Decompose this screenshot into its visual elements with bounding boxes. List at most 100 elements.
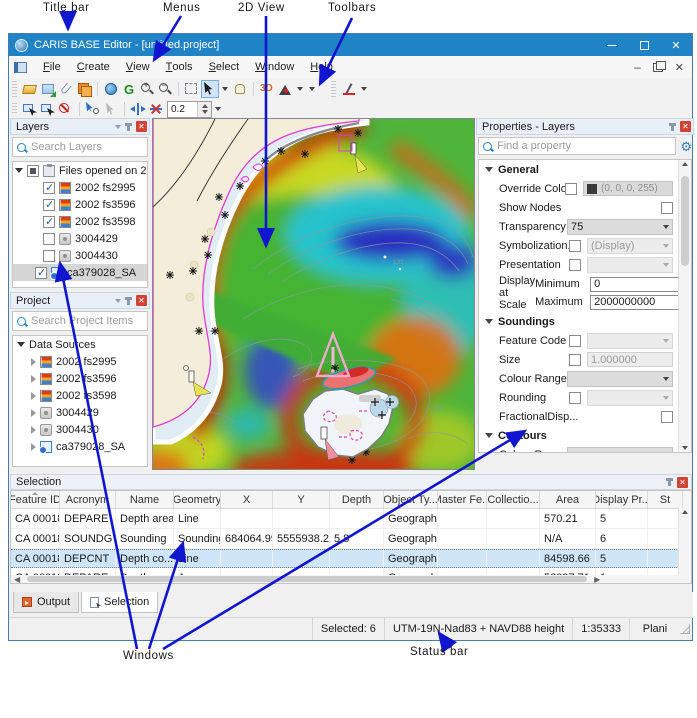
globe-icon[interactable]: [103, 81, 119, 97]
pin-icon[interactable]: [127, 123, 130, 131]
tree-item[interactable]: 2002 fs2995: [13, 179, 147, 196]
pin-icon[interactable]: [671, 123, 674, 131]
project-search-input[interactable]: Search Project Items: [12, 311, 148, 331]
column-header-area[interactable]: Area: [540, 491, 596, 508]
open-file-icon[interactable]: [22, 81, 38, 97]
menu-create[interactable]: Create: [69, 56, 118, 78]
table-horizontal-scrollbar[interactable]: ◀ ▶: [11, 575, 691, 583]
minimize-button[interactable]: [596, 34, 628, 56]
column-header-master-fe-[interactable]: Master Fe...: [438, 491, 487, 508]
zoom-out-icon[interactable]: [157, 81, 173, 97]
scale-input[interactable]: 0: [590, 277, 690, 292]
table-vertical-scrollbar[interactable]: [678, 508, 691, 583]
dropdown[interactable]: 75: [567, 219, 673, 235]
column-header-collectio-[interactable]: Collectio...: [487, 491, 540, 508]
mdi-minimize-button[interactable]: –: [634, 60, 641, 74]
toolbar-grip[interactable]: [331, 81, 336, 96]
expander-icon[interactable]: [31, 426, 36, 434]
tree-item[interactable]: 2002 fs3596: [13, 196, 147, 213]
checkbox[interactable]: [569, 354, 581, 366]
add-image-icon[interactable]: [40, 81, 56, 97]
panel-menu-icon[interactable]: [115, 299, 121, 303]
expander-icon[interactable]: [31, 392, 36, 400]
dropdown[interactable]: [567, 447, 673, 454]
attach-icon[interactable]: [58, 81, 74, 97]
column-header-feature-id[interactable]: Feature ID: [11, 491, 60, 508]
selection-panel-header[interactable]: Selection ✕: [10, 474, 692, 490]
dropdown[interactable]: [567, 371, 673, 387]
angle-tool-icon[interactable]: [341, 81, 357, 97]
tree-item[interactable]: Files opened on 201...: [13, 162, 147, 179]
panel-menu-icon[interactable]: [115, 125, 121, 129]
dropdown-caret-icon[interactable]: [222, 87, 228, 91]
maximize-button[interactable]: [628, 34, 660, 56]
expander-icon[interactable]: [31, 409, 36, 417]
checkbox[interactable]: [35, 267, 47, 279]
menu-select[interactable]: Select: [201, 56, 248, 78]
section-header-soundings[interactable]: Soundings: [479, 312, 691, 331]
select-none-icon[interactable]: [58, 101, 74, 117]
checkbox[interactable]: [565, 183, 577, 195]
mdi-close-button[interactable]: ✕: [675, 61, 684, 74]
pan-hand-icon[interactable]: [232, 81, 248, 97]
column-header-name[interactable]: Name: [116, 491, 174, 508]
arrow-gray-icon[interactable]: [103, 101, 119, 117]
split-icon[interactable]: [130, 101, 146, 117]
close-panel-icon[interactable]: ✕: [680, 121, 691, 132]
column-header-acronym[interactable]: Acronym: [60, 491, 116, 508]
tab-output[interactable]: Output: [13, 592, 79, 613]
tree-item[interactable]: 3004430: [13, 247, 147, 264]
spin-up-icon[interactable]: [202, 104, 208, 108]
snap-icon[interactable]: [148, 101, 164, 117]
checkbox[interactable]: [43, 199, 55, 211]
menu-view[interactable]: View: [118, 56, 158, 78]
gear-icon[interactable]: ⚙: [680, 140, 692, 153]
checkbox[interactable]: [569, 259, 581, 271]
dropdown-caret-icon[interactable]: [361, 87, 367, 91]
menu-help[interactable]: Help: [302, 56, 341, 78]
dropdown-caret-icon[interactable]: [309, 87, 315, 91]
menu-window[interactable]: Window: [247, 56, 302, 78]
table-row[interactable]: CA 00018...DEPCNTDepth co...LineGeograph…: [11, 549, 691, 568]
layers-panel-header[interactable]: Layers ✕: [10, 118, 150, 135]
table-row[interactable]: CA 00018...DEPAREDepth areaLineGeographi…: [11, 509, 691, 529]
checkbox[interactable]: [661, 411, 673, 423]
tree-item[interactable]: 2002 fs3596: [13, 370, 147, 387]
checkbox[interactable]: [27, 165, 39, 177]
table-row[interactable]: CA 00018...SOUNDGSoundingSounding684064.…: [11, 529, 691, 549]
select-zoom-icon[interactable]: [85, 101, 101, 117]
close-panel-icon[interactable]: ✕: [136, 121, 147, 132]
scrollbar-thumb[interactable]: [681, 176, 689, 266]
map-2d-view[interactable]: 1315432: [152, 118, 475, 470]
dropdown-caret-icon[interactable]: [215, 107, 221, 111]
section-header-contours[interactable]: Contours: [479, 426, 691, 445]
column-header-object-ty-[interactable]: Object Ty...: [384, 491, 438, 508]
select-append-icon[interactable]: [22, 101, 38, 117]
select-rect-icon[interactable]: [40, 101, 56, 117]
title-bar[interactable]: CARIS BASE Editor - [untitled.project] ✕: [9, 34, 692, 56]
scale-input[interactable]: 2000000000: [590, 295, 690, 310]
checkbox[interactable]: [43, 182, 55, 194]
tolerance-spinner[interactable]: [197, 102, 211, 117]
properties-panel-header[interactable]: Properties - Layers ✕: [476, 118, 694, 135]
find-property-input[interactable]: Find a property: [478, 137, 676, 155]
tree-item[interactable]: ca379028_SA: [13, 264, 147, 281]
close-panel-icon[interactable]: ✕: [677, 477, 688, 488]
tree-item[interactable]: 3004430: [13, 421, 147, 438]
checkbox[interactable]: [569, 392, 581, 404]
mdi-restore-button[interactable]: [653, 63, 663, 72]
zoom-window-icon[interactable]: [184, 81, 200, 97]
layers-icon[interactable]: [76, 81, 92, 97]
zoom-in-icon[interactable]: [139, 81, 155, 97]
resize-grip[interactable]: [680, 624, 690, 634]
project-panel-header[interactable]: Project ✕: [10, 292, 150, 309]
close-panel-icon[interactable]: ✕: [136, 295, 147, 306]
checkbox[interactable]: [43, 233, 55, 245]
tree-item[interactable]: 2002 fs2995: [13, 353, 147, 370]
expander-icon[interactable]: [31, 358, 36, 366]
globe-g-icon[interactable]: [121, 81, 137, 97]
tree-item[interactable]: 2002 fs3598: [13, 213, 147, 230]
tolerance-input[interactable]: 0.2: [167, 101, 212, 118]
checkbox[interactable]: [569, 335, 581, 347]
expander-icon[interactable]: [31, 375, 36, 383]
